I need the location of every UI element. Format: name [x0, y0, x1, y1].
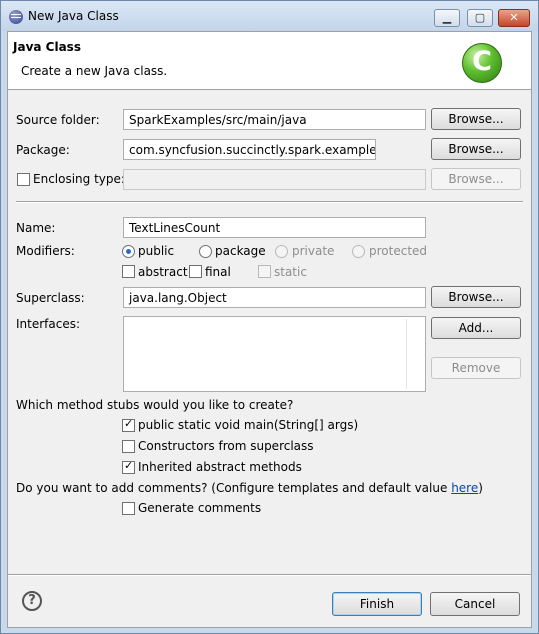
abstract-checkbox[interactable] [122, 265, 135, 278]
modifier-private-radio[interactable] [275, 245, 288, 258]
enclosing-type-label: Enclosing type: [33, 172, 125, 186]
superclass-browse-button[interactable]: Browse... [431, 286, 521, 308]
inherited-methods-label: Inherited abstract methods [138, 460, 302, 474]
constructors-checkbox[interactable] [122, 440, 135, 453]
wizard-banner: Java Class Create a new Java class. C [8, 32, 531, 90]
name-label: Name: [16, 221, 56, 235]
enclosing-type-browse-button[interactable]: Browse... [431, 168, 521, 190]
generate-comments-label: Generate comments [138, 501, 262, 515]
generate-comments-checkbox[interactable] [122, 502, 135, 515]
source-folder-browse-button[interactable]: Browse... [431, 108, 521, 130]
comments-question-suffix: ) [478, 481, 483, 495]
class-badge-letter: C [472, 46, 492, 77]
static-label: static [274, 265, 307, 279]
add-interface-button[interactable]: Add... [431, 317, 521, 339]
source-folder-input[interactable]: SparkExamples/src/main/java [123, 109, 426, 130]
superclass-input[interactable]: java.lang.Object [123, 287, 426, 308]
finish-button[interactable]: Finish [332, 592, 422, 616]
method-stubs-question: Which method stubs would you like to cre… [16, 398, 294, 412]
modifier-protected-label: protected [369, 244, 428, 258]
new-java-class-window: New Java Class ▁ ▢ ✕ Java Class Create a… [0, 0, 539, 634]
page-title: Java Class [13, 40, 81, 54]
modifier-private-label: private [292, 244, 335, 258]
inherited-methods-checkbox[interactable] [122, 459, 135, 474]
package-browse-button[interactable]: Browse... [431, 138, 521, 160]
modifier-protected-radio[interactable] [352, 245, 365, 258]
window-title: New Java Class [28, 9, 119, 23]
main-method-label: public static void main(String[] args) [138, 418, 359, 432]
constructors-label: Constructors from superclass [138, 439, 314, 453]
modifiers-label: Modifiers: [16, 244, 75, 258]
main-method-checkbox[interactable] [122, 417, 135, 432]
maximize-button[interactable]: ▢ [467, 9, 493, 27]
enclosing-type-checkbox[interactable] [17, 173, 30, 186]
modifier-public-label: public [138, 244, 175, 258]
final-label: final [205, 265, 231, 279]
enclosing-type-input[interactable] [123, 169, 426, 190]
superclass-label: Superclass: [16, 291, 85, 305]
configure-templates-link[interactable]: here [451, 481, 478, 495]
close-button[interactable]: ✕ [498, 9, 530, 27]
interfaces-label: Interfaces: [16, 317, 81, 331]
footer-divider [8, 574, 531, 576]
section-divider [16, 201, 523, 203]
class-name-input[interactable]: TextLinesCount [123, 217, 426, 238]
modifier-package-radio[interactable] [199, 245, 212, 258]
comments-question: Do you want to add comments? (Configure … [16, 481, 483, 495]
java-class-icon: C [462, 43, 502, 83]
source-folder-label: Source folder: [16, 113, 100, 127]
interfaces-list-scroll-gutter [406, 319, 407, 389]
static-checkbox[interactable] [258, 265, 271, 278]
cancel-button[interactable]: Cancel [430, 592, 520, 616]
abstract-label: abstract [138, 265, 188, 279]
package-label: Package: [16, 143, 70, 157]
package-input[interactable]: com.syncfusion.succinctly.spark.examples [123, 139, 376, 160]
minimize-button[interactable]: ▁ [434, 9, 460, 27]
modifier-package-label: package [215, 244, 266, 258]
title-bar[interactable]: New Java Class ▁ ▢ ✕ [1, 1, 538, 31]
eclipse-app-icon [9, 10, 23, 24]
dialog-body: Java Class Create a new Java class. C So… [7, 31, 532, 628]
final-checkbox[interactable] [189, 265, 202, 278]
remove-interface-button[interactable]: Remove [431, 357, 521, 379]
help-icon[interactable]: ? [22, 591, 42, 611]
modifier-public-radio[interactable] [122, 245, 135, 258]
comments-question-text: Do you want to add comments? (Configure … [16, 481, 452, 495]
page-description: Create a new Java class. [21, 64, 168, 78]
interfaces-list[interactable] [123, 316, 426, 392]
